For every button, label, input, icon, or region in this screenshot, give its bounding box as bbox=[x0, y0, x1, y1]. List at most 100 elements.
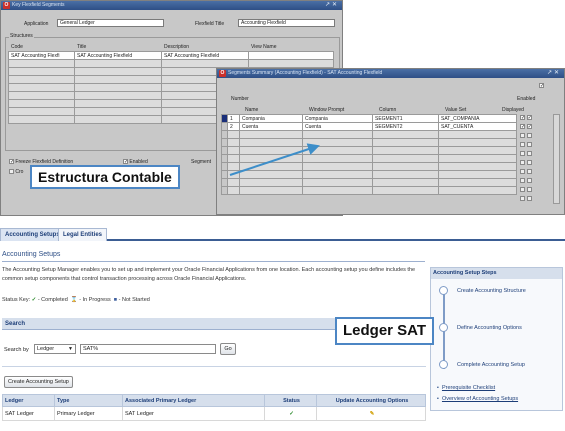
description-cell[interactable]: SAT Accounting Flexfield bbox=[161, 51, 249, 60]
enabled-header: Enabled bbox=[517, 96, 536, 102]
tab-legal-entities[interactable]: Legal Entities bbox=[58, 228, 108, 241]
window-title: Key Flexfield Segments bbox=[12, 2, 65, 8]
displayed-checkbox[interactable] bbox=[520, 178, 525, 183]
table-row[interactable] bbox=[221, 138, 517, 147]
flexfield-title-field[interactable]: Accounting Flexfield bbox=[238, 19, 335, 27]
column-cell[interactable]: SEGMENT1 bbox=[372, 114, 439, 123]
displayed-checkbox[interactable]: ✓ bbox=[520, 115, 525, 121]
name-header: Name bbox=[245, 107, 259, 113]
window-prompt-header: Window Prompt bbox=[309, 107, 345, 113]
displayed-checkbox[interactable] bbox=[520, 151, 525, 156]
vertical-scrollbar[interactable] bbox=[553, 114, 560, 204]
pencil-icon[interactable]: ✎ bbox=[316, 406, 426, 421]
search-by-value: Ledger bbox=[37, 346, 55, 352]
step-define-accounting-options[interactable]: Define Accounting Options bbox=[457, 325, 522, 331]
table-row[interactable]: 2 Cuenta Cuenta SEGMENT2 SAT_CUENTA bbox=[221, 122, 517, 131]
step-complete-accounting-setup[interactable]: Complete Accounting Setup bbox=[457, 362, 525, 368]
table-row[interactable]: SAT Accounting Flexfi SAT Accounting Fle… bbox=[8, 51, 334, 60]
bullet-icon: ▪ bbox=[437, 396, 439, 402]
steps-header: Accounting Setup Steps bbox=[431, 268, 562, 279]
enabled-checkbox[interactable] bbox=[526, 187, 532, 192]
step-create-accounting-structure[interactable]: Create Accounting Structure bbox=[457, 288, 526, 294]
in-progress-icon: ⌛ bbox=[70, 297, 78, 303]
status-header: Status bbox=[264, 394, 317, 407]
search-by-select[interactable]: Ledger ▼ bbox=[34, 344, 76, 354]
window-titlebar[interactable]: O Key Flexfield Segments ↗✕ bbox=[1, 1, 342, 10]
cross-validate-checkbox[interactable] bbox=[9, 169, 14, 175]
prerequisite-checklist-link[interactable]: ▪ Prerequisite Checklist bbox=[437, 385, 495, 391]
create-accounting-setup-button[interactable]: Create Accounting Setup bbox=[4, 376, 73, 388]
enabled-checkbox[interactable] bbox=[526, 151, 532, 156]
column-cell[interactable]: SEGMENT2 bbox=[372, 122, 439, 131]
name-cell[interactable]: Cuenta bbox=[239, 122, 303, 131]
value-set-cell[interactable]: SAT_CUENTA bbox=[438, 122, 517, 131]
displayed-checkbox[interactable]: ✓ bbox=[520, 124, 525, 130]
enabled-checkbox[interactable] bbox=[526, 169, 532, 174]
go-button[interactable]: Go bbox=[220, 343, 236, 355]
title-cell[interactable]: SAT Accounting Flexfield bbox=[74, 51, 162, 60]
table-row[interactable] bbox=[221, 170, 517, 179]
table-row[interactable] bbox=[221, 162, 517, 171]
displayed-checkbox[interactable] bbox=[520, 133, 525, 138]
table-row[interactable] bbox=[8, 59, 334, 68]
search-input[interactable]: SAT% bbox=[80, 344, 216, 354]
enabled-checkbox[interactable] bbox=[526, 178, 532, 183]
table-row[interactable] bbox=[221, 186, 517, 195]
cross-validate-label: Cro bbox=[15, 169, 24, 175]
application-field[interactable]: General Ledger bbox=[57, 19, 164, 27]
displayed-checkbox[interactable] bbox=[520, 187, 525, 192]
table-row[interactable] bbox=[221, 130, 517, 139]
structures-label: Structures bbox=[9, 33, 34, 39]
overview-link[interactable]: ▪ Overview of Accounting Setups bbox=[437, 396, 518, 402]
table-row[interactable]: 1 Compania Compania SEGMENT1 SAT_COMPANI… bbox=[221, 114, 517, 123]
segments-grid: 1 Compania Compania SEGMENT1 SAT_COMPANI… bbox=[221, 114, 517, 195]
update-options-header: Update Accounting Options bbox=[316, 394, 426, 407]
segment-separator-label: Segment bbox=[191, 159, 212, 165]
enabled-checkbox[interactable] bbox=[526, 196, 532, 201]
completed-text: - Completed bbox=[37, 297, 68, 303]
window-titlebar[interactable]: O Segments Summary (Accounting Flexfield… bbox=[217, 69, 564, 78]
displayed-checkbox[interactable] bbox=[520, 196, 525, 201]
number-header: Number bbox=[231, 96, 249, 102]
enabled-checkbox[interactable] bbox=[526, 133, 532, 138]
view-name-header: View Name bbox=[251, 44, 277, 50]
window-prompt-cell[interactable]: Cuenta bbox=[302, 122, 373, 131]
displayed-checkbox[interactable] bbox=[520, 142, 525, 147]
enabled-checkbox[interactable] bbox=[526, 160, 532, 165]
page-title: Accounting Setups bbox=[2, 251, 61, 258]
enabled-checkbox[interactable]: ✓ bbox=[123, 159, 128, 165]
code-header: Code bbox=[11, 44, 23, 50]
view-name-cell[interactable] bbox=[248, 51, 334, 60]
name-cell[interactable]: Compania bbox=[239, 114, 303, 123]
top-enabled-checkbox[interactable]: ✓ bbox=[539, 83, 544, 89]
number-cell[interactable]: 2 bbox=[227, 122, 240, 131]
status-key-label: Status Key: bbox=[2, 297, 31, 303]
freeze-checkbox[interactable]: ✓ bbox=[9, 159, 14, 165]
enabled-checkbox[interactable] bbox=[526, 142, 532, 147]
value-set-cell[interactable]: SAT_COMPANIA bbox=[438, 114, 517, 123]
ledger-sat-callout: Ledger SAT bbox=[335, 317, 435, 345]
number-cell[interactable]: 1 bbox=[227, 114, 240, 123]
cross-validate-row[interactable]: Cro bbox=[9, 169, 23, 175]
step-circle-icon bbox=[439, 323, 448, 332]
window-title: Segments Summary (Accounting Flexfield) … bbox=[228, 70, 383, 76]
tab-bar: Accounting Setups Legal Entities bbox=[0, 228, 565, 241]
ledger-header: Ledger bbox=[2, 394, 55, 407]
window-controls-icon[interactable]: ↗✕ bbox=[547, 69, 561, 78]
table-row[interactable] bbox=[221, 178, 517, 187]
step-circle-icon bbox=[439, 286, 448, 295]
displayed-checkbox[interactable] bbox=[520, 169, 525, 174]
table-row[interactable] bbox=[221, 154, 517, 163]
displayed-checkbox[interactable] bbox=[520, 160, 525, 165]
code-cell[interactable]: SAT Accounting Flexfi bbox=[8, 51, 75, 60]
column-header: Column bbox=[379, 107, 397, 113]
enabled-checkbox[interactable]: ✓ bbox=[526, 124, 532, 130]
associated-ledger-cell: SAT Ledger bbox=[122, 406, 265, 421]
window-prompt-cell[interactable]: Compania bbox=[302, 114, 373, 123]
window-controls-icon[interactable]: ↗✕ bbox=[325, 1, 339, 10]
table-row[interactable] bbox=[221, 146, 517, 155]
ledger-cell: SAT Ledger bbox=[2, 406, 55, 421]
oracle-icon: O bbox=[3, 2, 10, 9]
tab-accounting-setups[interactable]: Accounting Setups bbox=[0, 228, 65, 241]
enabled-checkbox[interactable]: ✓ bbox=[526, 115, 532, 121]
